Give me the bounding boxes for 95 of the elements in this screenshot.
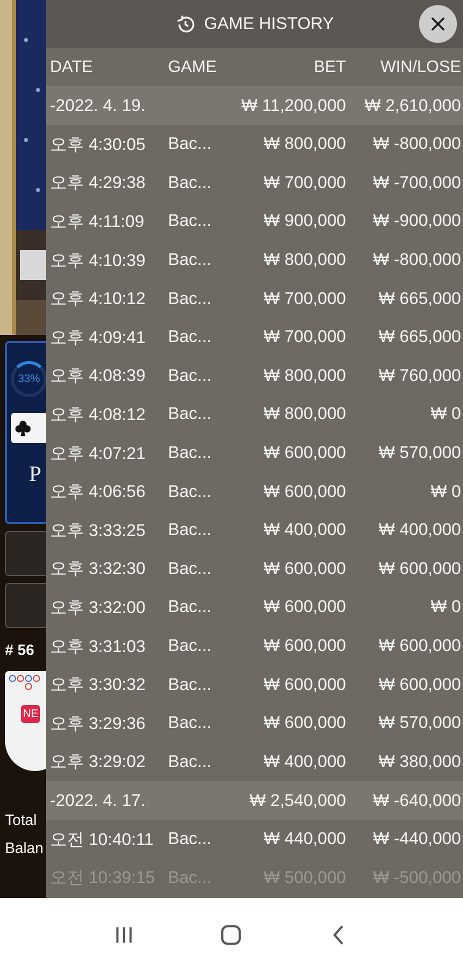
time-cell-text: 오후 4:30:05	[50, 134, 146, 156]
game-cell-text: Bac...	[168, 674, 212, 695]
time-cell-text: 오후 4:08:12	[50, 404, 146, 426]
result-cell-text: ₩ 665,000	[378, 327, 461, 348]
column-header: BET	[312, 58, 346, 76]
bet-cell-text: ₩ 600,000	[262, 482, 346, 502]
result-cell-text: ₩ 665,000	[378, 288, 461, 309]
result-cell-text: ₩ -700,000	[372, 172, 461, 193]
bet-cell-text: ₩ 600,000	[262, 636, 346, 656]
total-bet: ₩ 11,200,000	[240, 96, 346, 116]
result-cell-text: ₩ 570,000	[378, 443, 461, 464]
balance-label: Balan	[5, 839, 44, 859]
time-cell-text: 오후 4:07:21	[50, 442, 146, 465]
result-cell-text: ₩ 0	[430, 597, 461, 618]
time-cell-text: 오후 4:11:09	[50, 210, 146, 233]
date-text: -2022. 4. 19.	[50, 96, 146, 116]
game-cell-text: Bac...	[168, 752, 212, 772]
time-cell-text: 오후 3:29:36	[50, 712, 146, 735]
bet-cell-text: ₩ 800,000	[262, 404, 346, 424]
bet-cell-text: ₩ 400,000	[262, 520, 346, 540]
result-cell-text: ₩ -800,000	[372, 134, 461, 154]
date-text: -2022. 4. 17.	[50, 790, 146, 811]
time-cell-text: 오후 4:08:39	[50, 365, 146, 388]
result-cell-text: ₩ 600,000	[378, 558, 461, 579]
result-cell-text: ₩ 600,000	[378, 636, 461, 656]
result-cell-text: ₩ -900,000	[372, 211, 461, 232]
history-icon	[175, 14, 196, 34]
game-cell-text: Bac...	[168, 829, 212, 850]
time-cell-text: 오후 3:31:03	[50, 636, 146, 658]
result-cell-text: ₩ 380,000	[378, 752, 461, 772]
bet-cell-text: ₩ 700,000	[262, 327, 346, 348]
game-cell-text: Bac...	[168, 366, 212, 386]
game-cell-text: Bac...	[168, 211, 212, 232]
game-cell-text: Bac...	[168, 482, 212, 502]
home-icon[interactable]	[220, 924, 242, 946]
game-cell-text: Bac...	[168, 327, 212, 348]
roadmap-drawing	[9, 675, 40, 690]
time-cell-text: 오전 10:40:11	[50, 828, 155, 851]
total-result: ₩ -640,000	[372, 790, 461, 811]
game-cell-text: Bac...	[168, 288, 212, 309]
result-cell-text: ₩ 0	[430, 404, 461, 424]
time-cell-text: 오후 3:33:25	[50, 520, 146, 542]
result-cell-text: ₩ -800,000	[372, 250, 461, 270]
time-cell-text: 오후 4:09:41	[50, 326, 146, 349]
bet-cell-text: ₩ 700,000	[262, 288, 346, 309]
time-cell-text: 오후 4:10:12	[50, 288, 146, 310]
time-cell-text: 오후 4:06:56	[50, 481, 146, 504]
bet-cell-text: ₩ 600,000	[262, 443, 346, 464]
time-cell-text: 오후 3:30:32	[50, 674, 146, 696]
panel-title: GAME HISTORY	[204, 14, 334, 34]
bet-cell-text: ₩ 800,000	[262, 134, 346, 154]
bet-cell-text: ₩ 800,000	[262, 366, 346, 386]
game-cell-text: Bac...	[168, 713, 212, 734]
time-cell-text: 오후 3:32:30	[50, 558, 146, 580]
bet-cell-text: ₩ 400,000	[262, 752, 346, 772]
game-cell-text: Bac...	[168, 134, 212, 154]
close-icon	[429, 15, 447, 33]
time-cell-text: 오후 3:32:00	[50, 596, 146, 619]
game-cell-text: Bac...	[168, 250, 212, 270]
bet-cell-text: ₩ 440,000	[262, 829, 346, 850]
side-label: P	[29, 461, 42, 487]
game-cell-text: Bac...	[168, 558, 212, 579]
bet-cell-text: ₩ 800,000	[262, 250, 346, 270]
time-cell-text: 오후 4:29:38	[50, 172, 146, 194]
game-cell-text: Bac...	[168, 597, 212, 618]
total-label: Total	[5, 811, 38, 831]
club-icon	[14, 419, 32, 437]
column-header: DATE	[50, 58, 94, 76]
column-header: GAME	[168, 58, 218, 76]
total-result: ₩ 2,610,000	[364, 96, 461, 116]
result-cell-text: ₩ 400,000	[378, 520, 461, 540]
bet-cell-text: ₩ 900,000	[262, 211, 346, 232]
bet-cell-text: ₩ 600,000	[262, 674, 346, 695]
bet-cell-text: ₩ 700,000	[262, 172, 346, 193]
column-header: WIN/LOSE	[379, 58, 461, 76]
result-cell-text: ₩ 760,000	[378, 366, 461, 386]
result-cell-text: ₩ -440,000	[372, 829, 461, 850]
table-thumbnail[interactable]: NE	[5, 671, 46, 771]
game-cell-text: Bac...	[168, 443, 212, 464]
time-cell-text: 오후 3:29:02	[50, 751, 146, 774]
result-cell-text: ₩ 600,000	[378, 674, 461, 695]
bet-cell-text: ₩ 600,000	[262, 558, 346, 579]
new-badge: NE	[21, 705, 40, 723]
game-cell-text: Bac...	[168, 520, 212, 540]
time-cell-text: 오후 4:10:39	[50, 250, 146, 272]
bet-cell-text: ₩ 600,000	[262, 597, 346, 618]
round-number: # 56	[5, 642, 36, 659]
progress-text: 33%	[18, 373, 40, 385]
game-cell-text: Bac...	[168, 404, 212, 424]
result-cell-text: ₩ 0	[430, 482, 461, 502]
game-cell-text: Bac...	[168, 172, 212, 193]
bet-cell-text: ₩ 600,000	[262, 713, 346, 734]
game-cell-text: Bac...	[168, 636, 212, 656]
total-bet: ₩ 2,540,000	[248, 790, 346, 811]
result-cell-text: ₩ 570,000	[378, 713, 461, 734]
